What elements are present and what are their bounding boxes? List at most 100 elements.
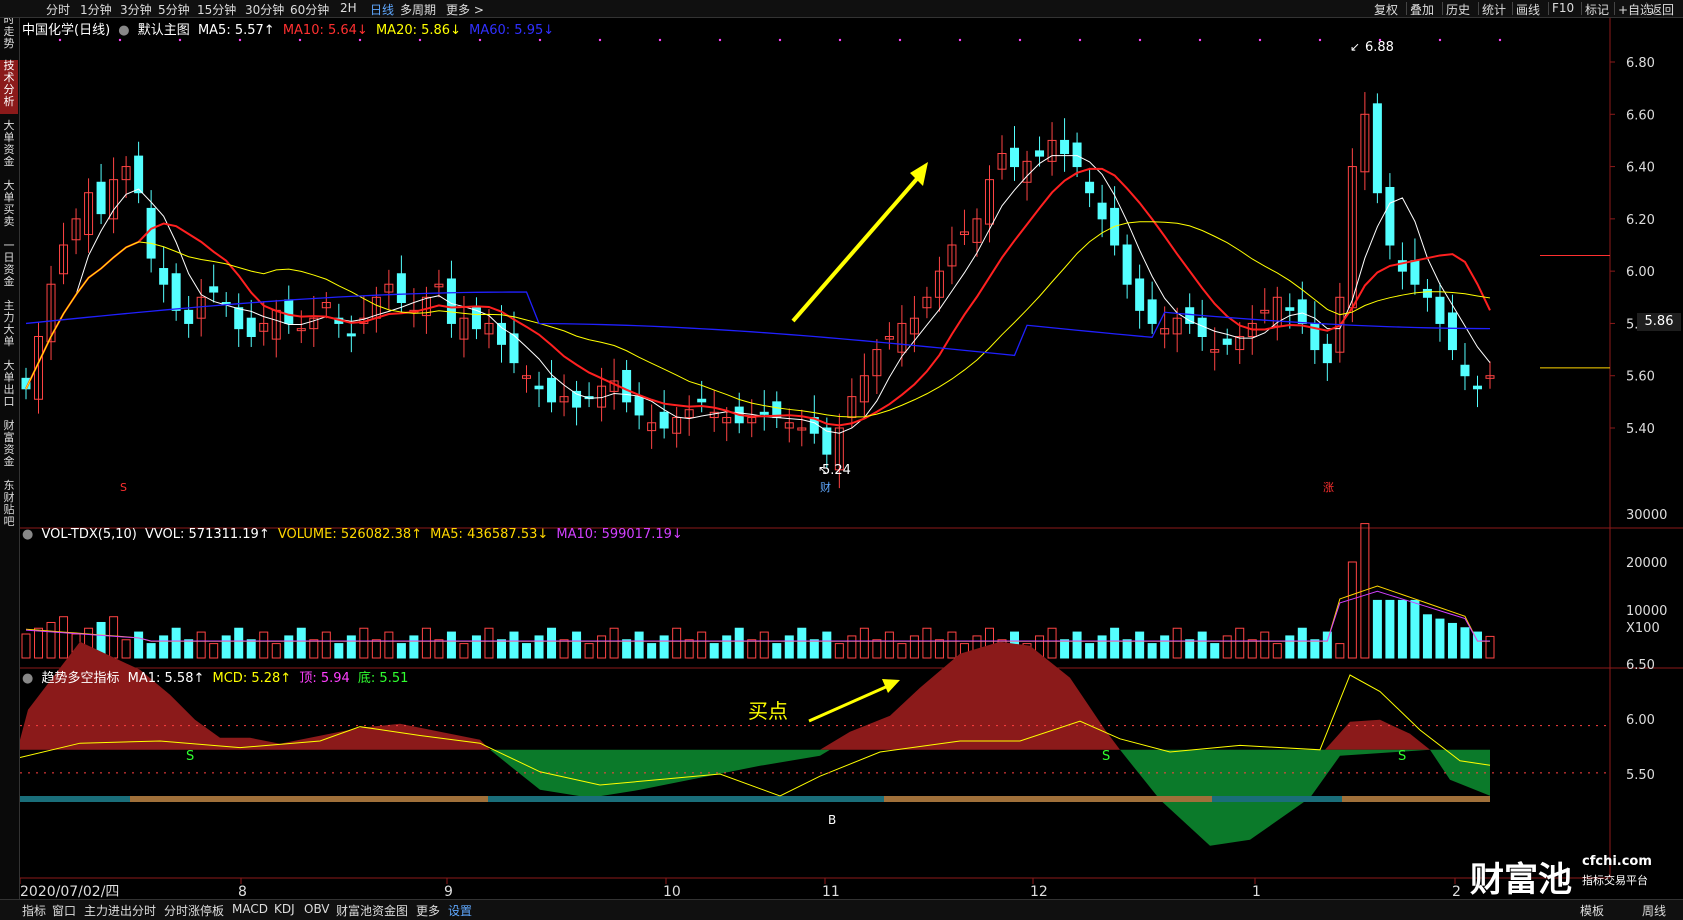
template-label[interactable]: 默认主图 — [138, 23, 190, 38]
period-tab-0[interactable]: 分时 — [46, 1, 70, 18]
volume-bar — [1197, 631, 1207, 659]
volume-bar — [1160, 635, 1170, 659]
volume-bar — [1085, 643, 1095, 659]
volume-bar — [709, 643, 719, 659]
bottom-tab-0[interactable]: 指标 — [22, 902, 46, 919]
bottom-tab-5[interactable]: KDJ — [274, 902, 295, 916]
x-axis-label: 1 — [1252, 884, 1261, 899]
volume-bar — [359, 627, 369, 659]
ind-title[interactable]: 趋势多空指标 — [41, 671, 119, 686]
period-tab-7[interactable]: 2H — [340, 1, 357, 15]
ma5-line — [25, 155, 1491, 434]
bottom-tab-9[interactable]: 设置 — [448, 902, 472, 919]
volume-bar — [171, 627, 181, 659]
candle-body — [1085, 181, 1095, 194]
buy-point-label: 买点 — [748, 699, 788, 723]
low-label: 5.24 — [822, 463, 851, 478]
volume-bar — [109, 616, 119, 659]
ind-dot-icon[interactable]: ● — [22, 671, 33, 686]
volume-bar — [934, 639, 944, 659]
period-tab-10[interactable]: 更多 > — [446, 1, 484, 18]
toolbar-separator — [1548, 2, 1549, 15]
band-brown — [1342, 796, 1490, 802]
period-tab-4[interactable]: 15分钟 — [197, 1, 236, 18]
signal-dot — [1318, 38, 1322, 42]
toolbar-right-2[interactable]: 历史 — [1446, 1, 1470, 18]
ma60-readout: MA60: 5.95↓ — [469, 23, 555, 38]
period-tab-1[interactable]: 1分钟 — [80, 1, 112, 18]
sidebar-tab-8[interactable]: 东财贴吧 — [0, 480, 18, 534]
bottom-tab-2[interactable]: 主力进出分时 — [84, 902, 156, 919]
bottom-right-1[interactable]: 周线 — [1642, 902, 1666, 919]
candle-body — [496, 322, 506, 345]
template-dot-icon[interactable]: ● — [118, 23, 129, 38]
toolbar-right-4[interactable]: 画线 — [1516, 1, 1540, 18]
toolbar-right-5[interactable]: F10 — [1552, 1, 1574, 15]
ind-tick-label: 6.00 — [1626, 713, 1655, 728]
volume-bar — [509, 631, 519, 659]
bottom-tab-8[interactable]: 更多 — [416, 902, 440, 919]
candle-body — [1010, 147, 1020, 168]
bottom-tab-7[interactable]: 财富池资金图 — [336, 902, 408, 919]
period-tab-8[interactable]: 日线 — [370, 1, 394, 18]
band-brown — [130, 796, 488, 802]
volume-bar — [522, 643, 532, 659]
vol-ma5-readout: MA5: 436587.53↓ — [430, 527, 549, 542]
volume-bar — [471, 635, 481, 659]
bottom-tab-3[interactable]: 分时涨停板 — [164, 902, 224, 919]
volume-bar — [547, 627, 557, 659]
toolbar-separator — [1512, 2, 1513, 15]
toolbar-right-0[interactable]: 复权 — [1374, 1, 1398, 18]
volume-bar — [784, 635, 794, 659]
candle-body — [184, 309, 194, 324]
period-tab-9[interactable]: 多周期 — [400, 1, 436, 18]
x-axis-label: 8 — [238, 884, 247, 899]
chart-area[interactable]: 6.806.606.406.206.005.805.605.40↙6.88↖5.… — [20, 18, 1683, 899]
sidebar-tab-6[interactable]: 大单出口 — [0, 360, 18, 414]
vol-dot-icon[interactable]: ● — [22, 527, 33, 542]
volume-bar — [1122, 639, 1132, 659]
bottom-tab-4[interactable]: MACD — [232, 902, 268, 916]
sidebar-tab-1[interactable]: 技术分析 — [0, 60, 18, 114]
candle-body — [622, 369, 632, 403]
signal-dot — [418, 38, 422, 42]
sidebar-tab-5[interactable]: 主力大单 — [0, 300, 18, 354]
sidebar-tab-7[interactable]: 财富资金 — [0, 420, 18, 474]
sidebar-tab-3[interactable]: 大单买卖 — [0, 180, 18, 234]
volume-bar — [1460, 627, 1470, 659]
bottom-right-0[interactable]: 模板 — [1580, 902, 1604, 919]
period-tab-5[interactable]: 30分钟 — [245, 1, 284, 18]
last-price-box: 5.86 — [1637, 313, 1681, 331]
candle-body — [1122, 244, 1132, 285]
volume-bar — [259, 631, 269, 659]
vol-tick-label: 10000 — [1626, 604, 1667, 619]
vol-panel-header: ● VOL-TDX(5,10) VVOL: 571311.19↑ VOLUME:… — [22, 527, 687, 542]
bottom-tab-1[interactable]: 窗口 — [52, 902, 76, 919]
volume-bar — [1110, 627, 1120, 659]
toolbar-separator — [1478, 2, 1479, 15]
volume-bar — [584, 643, 594, 659]
volume-bar — [1097, 635, 1107, 659]
signal-dot — [178, 38, 182, 42]
toolbar-right-6[interactable]: 标记 — [1585, 1, 1609, 18]
period-tab-6[interactable]: 60分钟 — [290, 1, 329, 18]
signal-dot — [58, 38, 62, 42]
vol-title[interactable]: VOL-TDX(5,10) — [41, 527, 136, 542]
high-label: 6.88 — [1365, 40, 1394, 55]
sidebar-tab-2[interactable]: 大单资金 — [0, 120, 18, 174]
bottom-tab-6[interactable]: OBV — [304, 902, 330, 916]
volume-bar — [321, 631, 331, 659]
signal-s: S — [186, 749, 194, 764]
period-tab-2[interactable]: 3分钟 — [120, 1, 152, 18]
volume-bar — [1322, 631, 1332, 659]
ind-top-readout: 顶: 5.94 — [299, 671, 350, 686]
toolbar-right-3[interactable]: 统计 — [1482, 1, 1506, 18]
toolbar-right-8[interactable]: 返回 — [1650, 1, 1674, 18]
volume-bar — [1447, 622, 1457, 659]
toolbar-right-1[interactable]: 叠加 — [1410, 1, 1434, 18]
candle-body — [1097, 202, 1107, 220]
period-tab-3[interactable]: 5分钟 — [158, 1, 190, 18]
y-tick-label: 6.00 — [1626, 265, 1655, 280]
candle-body — [284, 299, 294, 324]
sidebar-tab-4[interactable]: 一日资金 — [0, 240, 18, 294]
